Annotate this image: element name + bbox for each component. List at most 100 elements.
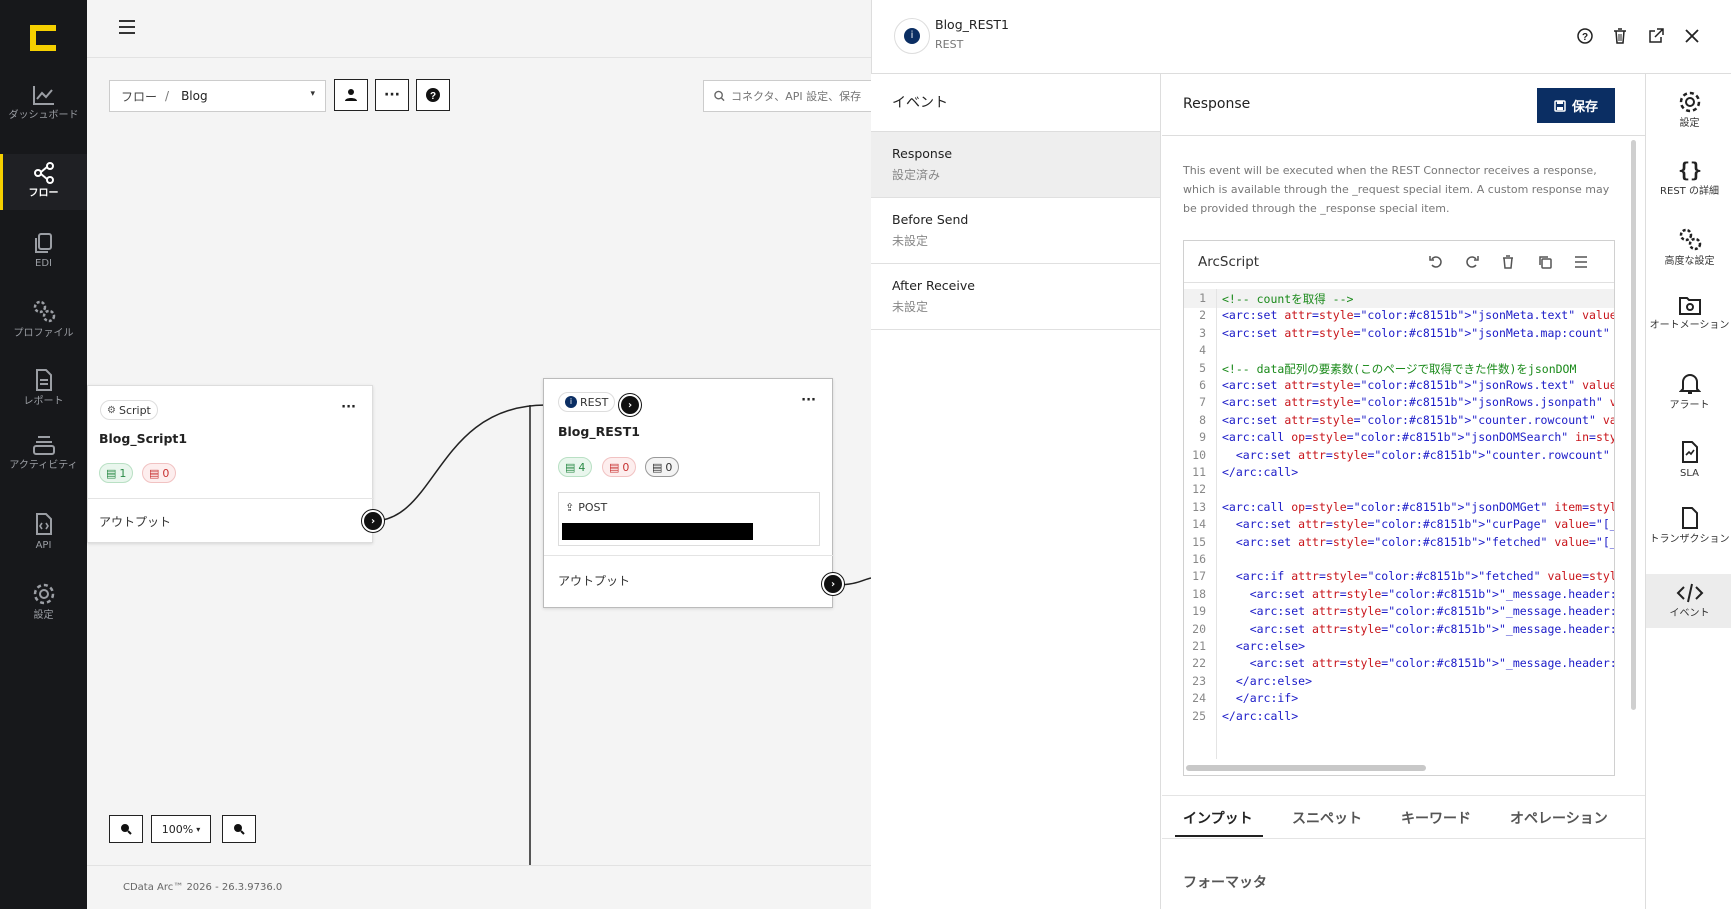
- tab-events[interactable]: イベント: [1646, 574, 1731, 628]
- zoom-in-button[interactable]: [109, 815, 143, 843]
- node-menu-button[interactable]: ···: [801, 393, 816, 408]
- zoom-level-select[interactable]: 100% ▾: [151, 815, 211, 843]
- close-icon[interactable]: [1685, 29, 1699, 43]
- rest-input-connector[interactable]: ›: [619, 394, 641, 416]
- nav-item-activity[interactable]: アクティビティ: [0, 434, 87, 488]
- redo-icon[interactable]: [1465, 255, 1479, 269]
- chart-line-icon: [32, 86, 54, 105]
- tab-sla[interactable]: SLA: [1646, 440, 1731, 479]
- trash-icon[interactable]: [1613, 28, 1627, 44]
- gear-icon: [1679, 91, 1700, 113]
- zoom-level: 100%: [161, 822, 194, 836]
- rest-icon: i: [904, 28, 920, 44]
- event-item-after-receive[interactable]: After Receive 未設定: [871, 264, 1160, 330]
- tab-rest-details[interactable]: {} REST の詳細: [1646, 158, 1731, 197]
- vertical-scrollbar[interactable]: [1631, 140, 1636, 710]
- tab-label: 設定: [1679, 118, 1700, 129]
- line-number: 21: [1192, 639, 1206, 653]
- rest-node[interactable]: i REST ··· Blog_REST1 ▤ 4 ▤ 0 ▤ 0 ⇪ POST アウト…: [543, 378, 834, 608]
- nav-item-edi[interactable]: EDI: [0, 232, 87, 272]
- braces-icon: {}: [1677, 158, 1701, 182]
- tab-label: SLA: [1680, 468, 1699, 479]
- undo-icon[interactable]: [1429, 255, 1443, 269]
- tab-operation[interactable]: オペレーション: [1510, 808, 1608, 828]
- tab-label: アラート: [1669, 400, 1710, 411]
- line-number: 2: [1199, 308, 1206, 323]
- line-number: 17: [1192, 569, 1206, 584]
- node-menu-button[interactable]: ···: [341, 400, 356, 415]
- tab-automation[interactable]: オートメーション: [1646, 294, 1731, 331]
- tab-advanced-settings[interactable]: 高度な設定: [1646, 226, 1731, 267]
- code-line: <arc:else>: [1222, 639, 1306, 653]
- external-link-icon[interactable]: [1648, 28, 1664, 44]
- method-box: ⇪ POST: [558, 492, 820, 546]
- edi-icon: [34, 233, 52, 253]
- tab-input[interactable]: インプット: [1183, 808, 1253, 828]
- copy-icon[interactable]: [1538, 255, 1552, 269]
- event-item-before-send[interactable]: Before Send 未設定: [871, 198, 1160, 264]
- nav-item-api[interactable]: API: [0, 512, 87, 556]
- cdata-logo-icon[interactable]: [30, 25, 56, 51]
- pending-count: 0: [665, 460, 673, 474]
- save-button[interactable]: 保存: [1537, 88, 1615, 123]
- nav-item-flow[interactable]: フロー: [0, 154, 87, 210]
- events-list: イベント Response 設定済み Before Send 未設定 After…: [871, 74, 1161, 909]
- svg-text:?: ?: [1582, 32, 1588, 43]
- tab-alert[interactable]: アラート: [1646, 372, 1731, 411]
- flow-canvas[interactable]: フロー / Blog ▾ ··· ? ⚙ Script ··· Blog_Scr…: [87, 0, 871, 909]
- upload-icon: ⇪: [565, 501, 575, 514]
- nav-item-report[interactable]: レポート: [0, 368, 87, 412]
- input-count: 1: [119, 466, 127, 480]
- panel-header: i Blog_REST1 REST ?: [872, 0, 1731, 74]
- tab-settings[interactable]: 設定: [1646, 90, 1731, 129]
- trash-icon[interactable]: [1502, 255, 1514, 269]
- flow-icon: [33, 162, 54, 184]
- active-tab-indicator: [1175, 835, 1263, 837]
- event-title: Response: [892, 146, 953, 161]
- nav-item-dashboard[interactable]: ダッシュボード: [0, 84, 87, 134]
- zoom-out-button[interactable]: [222, 815, 256, 843]
- formatter-label: フォーマッタ: [1183, 875, 1267, 891]
- help-icon[interactable]: ?: [1577, 28, 1593, 44]
- file-in-icon: ▤: [565, 460, 576, 474]
- line-number: 18: [1192, 586, 1206, 601]
- arcscript-editor[interactable]: ArcScript 1 <!-- countを取得 --> 2 <arc:set at…: [1183, 240, 1615, 776]
- event-item-response[interactable]: Response 設定済み: [871, 132, 1160, 198]
- code-line: <arc:set attr=style="color:#c8151b">"_me…: [1222, 656, 1614, 671]
- version-text: CData Arc™ 2026 - 26.3.9736.0: [123, 882, 283, 893]
- script-output-connector[interactable]: ›: [362, 510, 384, 532]
- panel-title: Blog_REST1: [935, 17, 1009, 32]
- tab-transaction[interactable]: トランザクション: [1646, 506, 1731, 545]
- nav-item-settings[interactable]: 設定: [0, 582, 87, 626]
- automation-icon: [1678, 297, 1701, 315]
- code-area[interactable]: 1 <!-- countを取得 --> 2 <arc:set attr=style="…: [1184, 289, 1614, 759]
- node-type-label: REST: [580, 395, 609, 409]
- code-line: <arc:set attr=style="color:#c8151b">"_me…: [1222, 586, 1614, 601]
- line-number: 25: [1192, 708, 1206, 723]
- content-title: Response: [1183, 96, 1251, 112]
- http-method: POST: [578, 501, 608, 514]
- tab-label: オートメーション: [1649, 320, 1730, 331]
- menu-icon[interactable]: [1574, 256, 1588, 268]
- error-count: 0: [162, 466, 170, 480]
- svg-text:{}: {}: [1677, 158, 1701, 182]
- event-status: 未設定: [892, 234, 929, 248]
- pending-count-badge: ▤ 0: [645, 457, 680, 477]
- line-number: 10: [1192, 447, 1206, 462]
- tab-keyword[interactable]: キーワード: [1401, 808, 1471, 828]
- error-count-badge: ▤ 0: [142, 463, 177, 483]
- content-header: Response 保存: [1162, 74, 1645, 136]
- error-count-badge: ▤ 0: [602, 457, 637, 477]
- tab-snippet[interactable]: スニペット: [1292, 808, 1362, 828]
- script-node[interactable]: ⚙ Script ··· Blog_Script1 ▤ 1 ▤ 0 アウトプット: [87, 385, 374, 543]
- line-number: 24: [1192, 691, 1206, 706]
- line-number: 13: [1192, 499, 1206, 514]
- output-label: アウトプット: [99, 515, 172, 529]
- horizontal-scrollbar[interactable]: [1186, 765, 1426, 771]
- output-label: アウトプット: [558, 574, 631, 588]
- nav-item-profile[interactable]: プロファイル: [0, 298, 87, 342]
- rest-output-connector[interactable]: ›: [822, 573, 844, 595]
- input-count-badge: ▤ 1: [99, 463, 134, 483]
- tab-label: REST の詳細: [1660, 186, 1719, 197]
- code-line: <arc:call op=style="color:#c8151b">"json…: [1222, 430, 1614, 445]
